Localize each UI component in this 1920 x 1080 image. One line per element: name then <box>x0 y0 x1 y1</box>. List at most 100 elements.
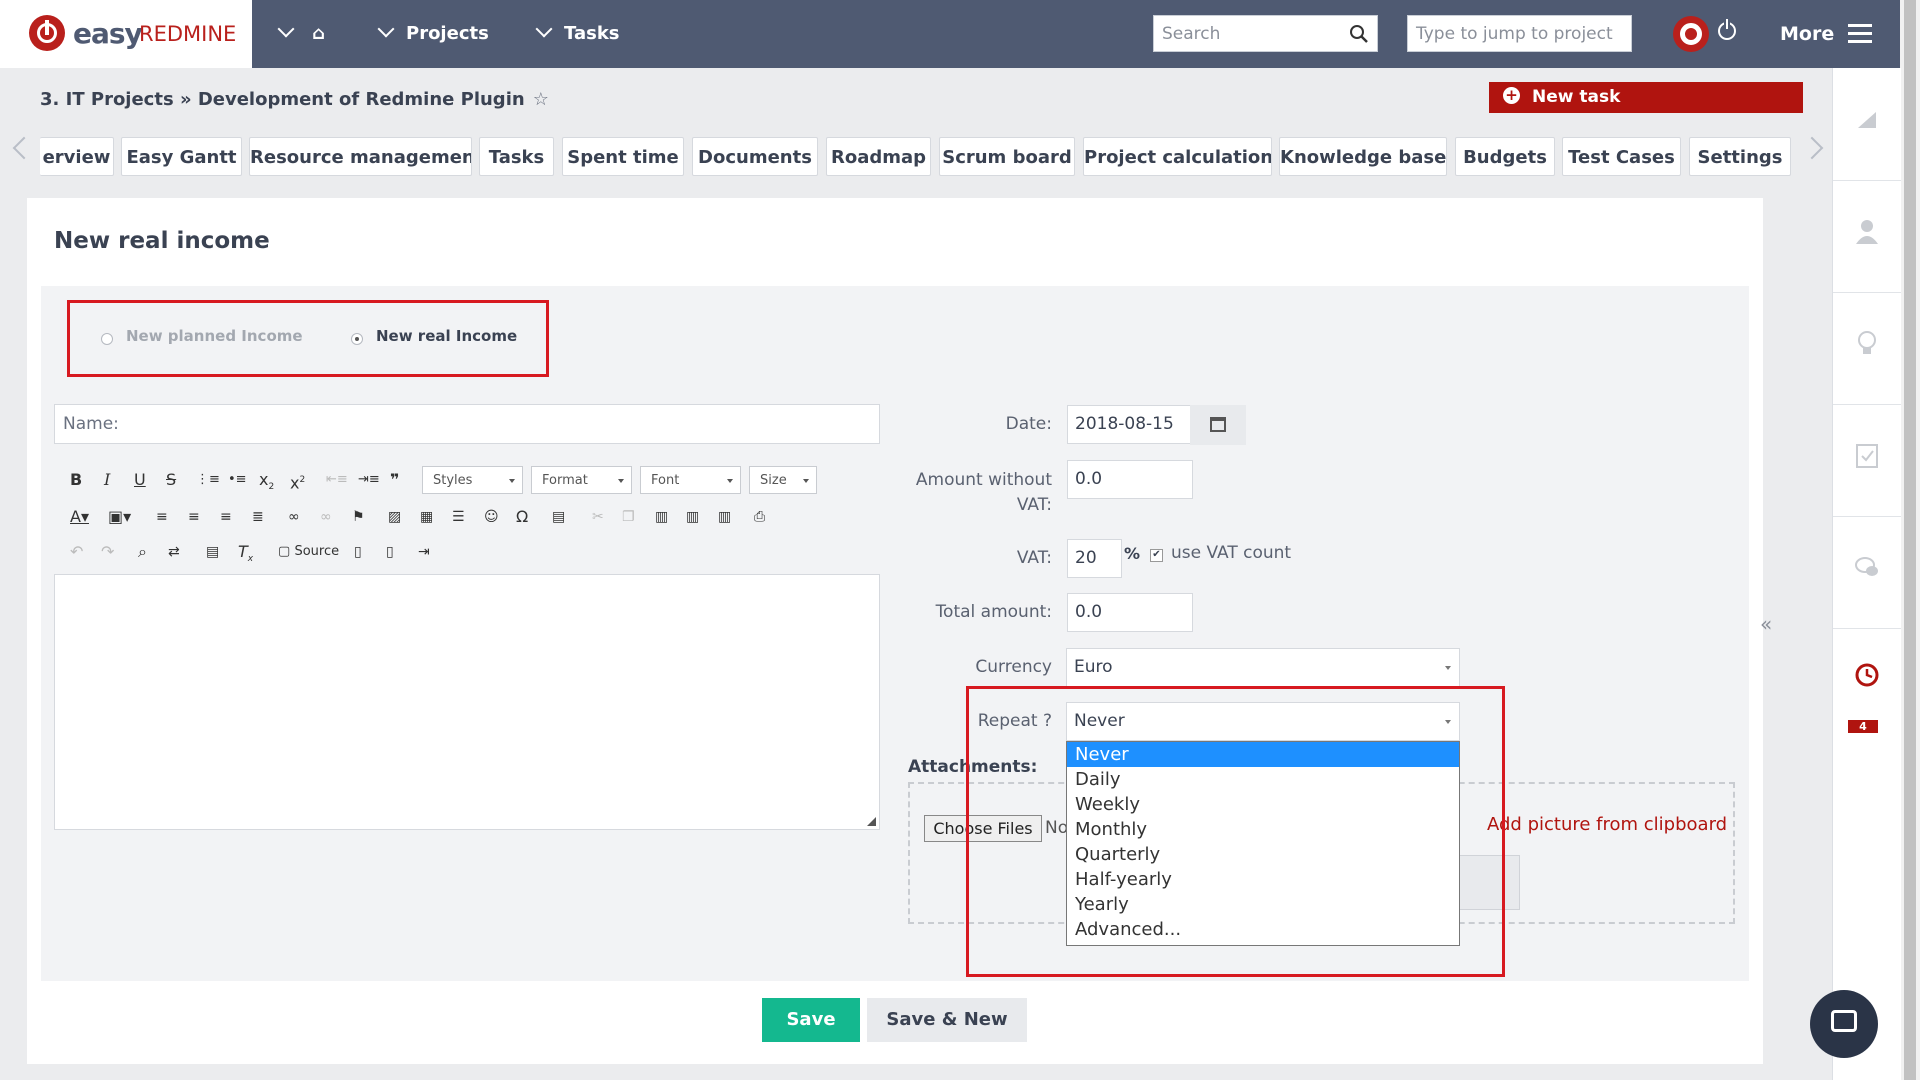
rail-ideas[interactable] <box>1833 292 1901 405</box>
help-icon[interactable] <box>1673 16 1709 52</box>
tab-test-cases[interactable]: Test Cases <box>1562 137 1681 176</box>
superscript-icon[interactable]: x2 <box>290 470 305 492</box>
outdent-icon[interactable]: ⇤≡ <box>326 470 348 490</box>
copy-icon[interactable]: ❐ <box>622 507 635 527</box>
chat-widget[interactable] <box>1810 990 1878 1058</box>
undo-icon[interactable]: ↶ <box>70 542 83 562</box>
templates-icon[interactable]: ▯ <box>386 542 394 562</box>
tab-knowledge-base[interactable]: Knowledge base <box>1279 137 1447 176</box>
vat-input[interactable]: 20 <box>1067 539 1122 578</box>
tab-documents[interactable]: Documents <box>692 137 818 176</box>
replace-icon[interactable]: ⇄ <box>168 542 180 562</box>
italic-icon[interactable]: I <box>104 470 110 490</box>
rail-user[interactable] <box>1833 180 1901 293</box>
radio-planned-income[interactable] <box>101 333 113 345</box>
paste-icon[interactable]: ▥ <box>655 507 668 527</box>
find-icon[interactable]: ⌕ <box>138 542 147 562</box>
remove-format-icon[interactable]: Tx <box>238 542 253 564</box>
jump-to-project-input[interactable]: Type to jump to project <box>1407 15 1632 52</box>
save-and-new-button[interactable]: Save & New <box>867 998 1027 1042</box>
name-field[interactable]: Name: <box>54 404 880 444</box>
iframe-icon[interactable]: ▤ <box>552 507 565 527</box>
resize-handle-icon[interactable] <box>867 817 876 826</box>
nav-projects[interactable]: Projects <box>377 0 489 68</box>
logo[interactable]: easy REDMINE <box>0 0 252 68</box>
tab-tasks[interactable]: Tasks <box>479 137 554 176</box>
vat-count-label[interactable]: use VAT count <box>1171 543 1291 563</box>
radio-real-income[interactable] <box>351 333 363 345</box>
numbered-list-icon[interactable]: ⋮≡ <box>196 470 220 490</box>
link-icon[interactable]: ∞ <box>288 507 300 527</box>
tab-overview[interactable]: erview <box>40 137 114 176</box>
date-input[interactable]: 2018-08-15 <box>1067 405 1192 444</box>
redo-icon[interactable]: ↷ <box>101 542 114 562</box>
justify-icon[interactable]: ≣ <box>252 507 264 527</box>
save-button[interactable]: Save <box>762 998 860 1042</box>
format-dropdown[interactable]: Format <box>531 466 632 494</box>
hamburger-icon[interactable] <box>1848 24 1872 44</box>
amount-input[interactable]: 0.0 <box>1067 460 1193 499</box>
print-icon[interactable]: ⎙ <box>754 507 765 527</box>
search-icon[interactable] <box>1349 24 1369 44</box>
show-blocks-icon[interactable]: ⇥ <box>418 542 430 562</box>
horizontal-line-icon[interactable]: ☰ <box>452 507 465 527</box>
indent-icon[interactable]: ⇥≡ <box>358 470 380 490</box>
new-task-button[interactable]: + New task <box>1489 82 1803 113</box>
description-editor[interactable] <box>54 574 880 830</box>
table-icon[interactable]: ▦ <box>420 507 433 527</box>
text-color-icon[interactable]: A▾ <box>70 507 89 527</box>
source-button[interactable]: ▢ Source <box>278 542 339 562</box>
star-icon[interactable]: ☆ <box>533 89 549 110</box>
preview-icon[interactable]: ▯ <box>354 542 362 562</box>
radio-real-label[interactable]: New real Income <box>376 327 517 345</box>
vat-count-checkbox[interactable]: ✔ <box>1150 549 1163 562</box>
nav-tasks[interactable]: Tasks <box>535 0 620 68</box>
image-icon[interactable]: ▨ <box>388 507 401 527</box>
tab-scrum-board[interactable]: Scrum board <box>939 137 1075 176</box>
more-menu[interactable]: More <box>1780 0 1834 68</box>
strikethrough-icon[interactable]: S <box>166 470 176 490</box>
align-center-icon[interactable]: ≡ <box>188 507 200 527</box>
currency-select[interactable]: Euro <box>1066 648 1460 687</box>
tab-roadmap[interactable]: Roadmap <box>826 137 931 176</box>
tab-spent-time[interactable]: Spent time <box>562 137 684 176</box>
bold-icon[interactable]: B <box>70 470 82 490</box>
home-menu[interactable]: ⌂ <box>277 0 325 68</box>
rail-tasks[interactable] <box>1833 404 1901 517</box>
font-dropdown[interactable]: Font <box>640 466 741 494</box>
radio-planned-label[interactable]: New planned Income <box>126 327 303 345</box>
blockquote-icon[interactable]: ❞ <box>390 470 399 490</box>
align-right-icon[interactable]: ≡ <box>220 507 232 527</box>
cut-icon[interactable]: ✂ <box>592 507 604 527</box>
add-clipboard-picture-link[interactable]: Add picture from clipboard <box>1487 814 1727 835</box>
tabs-scroll-right-icon[interactable] <box>1800 136 1824 160</box>
rail-chat[interactable] <box>1833 516 1901 629</box>
special-char-icon[interactable]: Ω <box>516 507 528 527</box>
paste-word-icon[interactable]: ▥ <box>718 507 731 527</box>
tab-resource-management[interactable]: Resource management <box>249 137 472 176</box>
total-input[interactable]: 0.0 <box>1067 593 1193 632</box>
search-input[interactable]: Search <box>1153 15 1378 52</box>
smiley-icon[interactable]: ☺ <box>484 507 499 527</box>
collapse-sidebar-icon[interactable]: « <box>1760 612 1772 636</box>
rail-activity[interactable] <box>1833 68 1901 181</box>
date-picker-button[interactable] <box>1190 405 1246 445</box>
tab-easy-gantt[interactable]: Easy Gantt <box>121 137 242 176</box>
unlink-icon[interactable]: ∞ <box>320 507 332 527</box>
paste-text-icon[interactable]: ▥ <box>686 507 699 527</box>
scrollbar[interactable] <box>1900 0 1920 1080</box>
bullet-list-icon[interactable]: •≡ <box>228 470 247 490</box>
styles-dropdown[interactable]: Styles <box>422 466 523 494</box>
tab-settings[interactable]: Settings <box>1689 137 1791 176</box>
breadcrumb-text[interactable]: 3. IT Projects » Development of Redmine … <box>40 89 525 110</box>
subscript-icon[interactable]: x2 <box>259 470 274 492</box>
anchor-flag-icon[interactable]: ⚑ <box>352 507 365 527</box>
tab-budgets[interactable]: Budgets <box>1455 137 1555 176</box>
tabs-scroll-left-icon[interactable] <box>12 136 36 160</box>
align-left-icon[interactable]: ≡ <box>156 507 168 527</box>
select-all-icon[interactable]: ▤ <box>206 542 219 562</box>
background-color-icon[interactable]: ▣▾ <box>108 507 131 527</box>
power-icon[interactable] <box>1718 19 1736 40</box>
underline-icon[interactable]: U <box>134 470 146 490</box>
size-dropdown[interactable]: Size <box>749 466 817 494</box>
